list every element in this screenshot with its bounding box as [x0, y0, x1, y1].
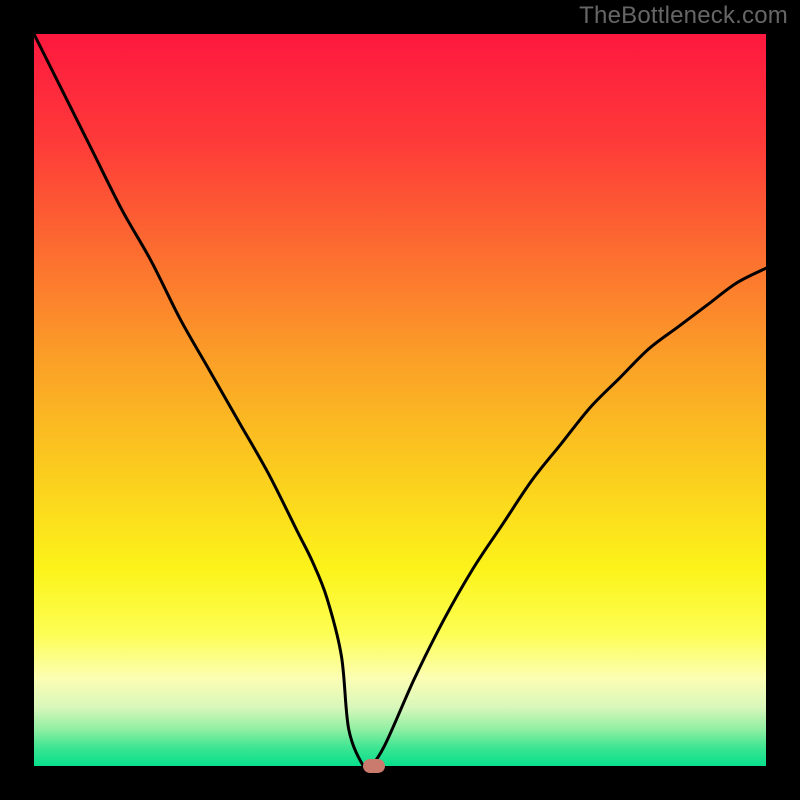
optimal-point-marker	[363, 759, 385, 773]
chart-svg	[34, 34, 766, 766]
chart-frame: TheBottleneck.com	[0, 0, 800, 800]
gradient-background	[34, 34, 766, 766]
watermark-text: TheBottleneck.com	[579, 2, 788, 30]
plot-area	[34, 34, 766, 766]
